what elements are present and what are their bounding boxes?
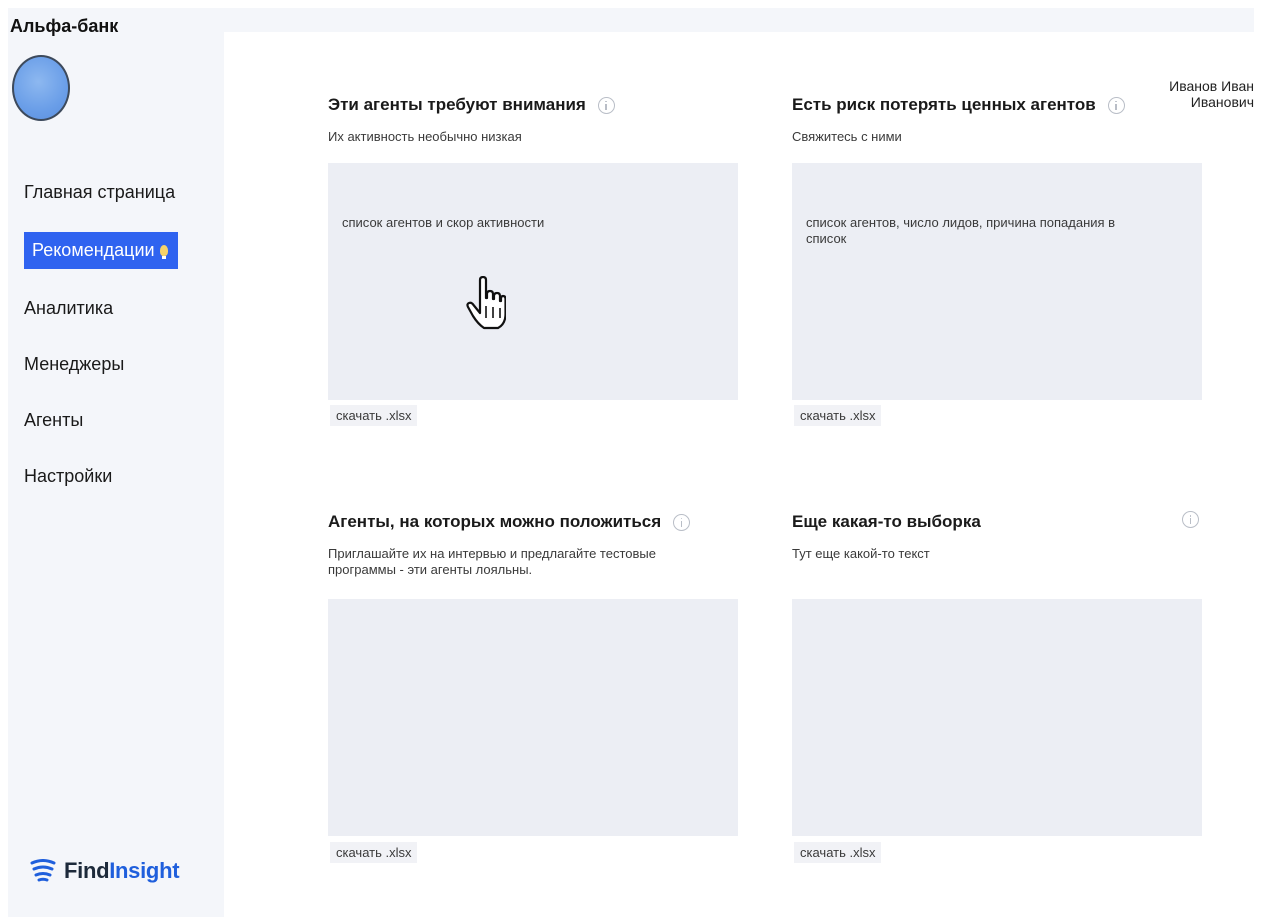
- card-title: Есть риск потерять ценных агентов: [792, 95, 1202, 115]
- nav-item-analytics[interactable]: Аналитика: [24, 298, 113, 319]
- card-box-reliable-agents[interactable]: [328, 599, 738, 836]
- card-title: Еще какая-то выборка: [792, 512, 1202, 532]
- info-icon[interactable]: [1107, 96, 1125, 114]
- nav-item-home[interactable]: Главная страница: [24, 182, 175, 203]
- card-title: Агенты, на которых можно положиться: [328, 512, 738, 532]
- card-box-other-selection[interactable]: [792, 599, 1202, 836]
- card-risk-losing: Есть риск потерять ценных агентов Свяжит…: [792, 95, 1202, 145]
- card-subtitle: Их активность необычно низкая: [328, 129, 522, 144]
- card-other-selection: Еще какая-то выборка Тут еще какой-то те…: [792, 512, 1202, 562]
- logo-text: FindInsight: [64, 858, 180, 884]
- card-box-risk-losing[interactable]: список агентов, число лидов, причина поп…: [792, 163, 1202, 400]
- card-subtitle: Свяжитесь с ними: [792, 129, 902, 144]
- nav-item-label: Рекомендации: [32, 240, 155, 260]
- card-title-text: Еще какая-то выборка: [792, 512, 981, 531]
- nav-item-label: Настройки: [24, 466, 113, 486]
- card-subtitle: Приглашайте их на интервью и предлагайте…: [328, 546, 656, 577]
- nav-item-agents[interactable]: Агенты: [24, 410, 83, 431]
- info-icon[interactable]: [597, 96, 615, 114]
- download-xlsx-button[interactable]: скачать .xlsx: [794, 842, 882, 863]
- findinsight-logo-icon: [30, 859, 56, 882]
- info-icon[interactable]: [1182, 511, 1199, 528]
- card-needs-attention: Эти агенты требуют внимания Их активност…: [328, 95, 738, 145]
- nav-item-settings[interactable]: Настройки: [24, 466, 112, 487]
- findinsight-logo[interactable]: FindInsight: [30, 858, 180, 884]
- download-xlsx-button[interactable]: скачать .xlsx: [330, 842, 418, 863]
- nav-item-label: Главная страница: [24, 182, 176, 202]
- card-title-text: Агенты, на которых можно положиться: [328, 512, 662, 531]
- logo-text-find: Find: [64, 858, 110, 883]
- bank-name: Альфа-банк: [10, 16, 119, 36]
- download-xlsx-button[interactable]: скачать .xlsx: [330, 405, 418, 426]
- nav-item-recommendations[interactable]: Рекомендации: [24, 232, 178, 269]
- lightbulb-icon: [159, 245, 168, 259]
- top-strip: [224, 8, 1254, 32]
- card-title: Эти агенты требуют внимания: [328, 95, 738, 115]
- card-subtitle: Тут еще какой-то текст: [792, 546, 930, 561]
- card-box-needs-attention[interactable]: список агентов и скор активности: [328, 163, 738, 400]
- card-box-text: список агентов и скор активности: [342, 215, 545, 230]
- card-box-text: список агентов, число лидов, причина поп…: [806, 215, 1116, 246]
- nav-item-managers[interactable]: Менеджеры: [24, 354, 124, 375]
- nav-item-label: Аналитика: [24, 298, 114, 318]
- nav-item-label: Агенты: [24, 410, 84, 430]
- info-icon[interactable]: [673, 513, 691, 531]
- download-xlsx-button[interactable]: скачать .xlsx: [794, 405, 882, 426]
- logo-text-insight: Insight: [109, 858, 180, 883]
- avatar[interactable]: [12, 55, 70, 121]
- card-reliable-agents: Агенты, на которых можно положиться Приг…: [328, 512, 738, 578]
- nav-item-label: Менеджеры: [24, 354, 125, 374]
- sidebar: [8, 8, 224, 917]
- card-title-text: Эти агенты требуют внимания: [328, 95, 586, 114]
- hand-pointer-icon: [466, 276, 506, 330]
- card-title-text: Есть риск потерять ценных агентов: [792, 95, 1096, 114]
